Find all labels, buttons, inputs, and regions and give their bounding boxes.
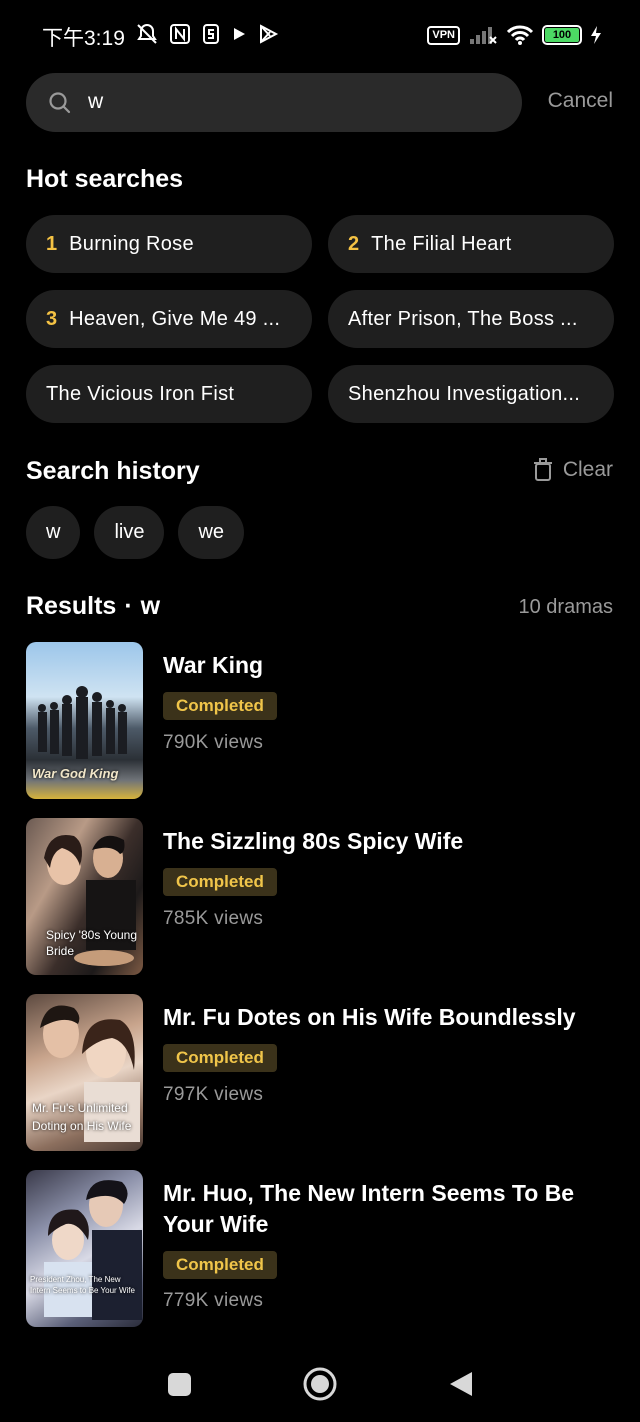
- hot-search-label: Burning Rose: [69, 232, 194, 255]
- hot-search-item[interactable]: 1 Burning Rose: [26, 215, 312, 273]
- poster-caption: Spicy '80s Young Bride: [46, 927, 138, 958]
- result-item[interactable]: Mr. Fu's Unlimited Doting on His Wife Mr…: [26, 994, 616, 1151]
- back-button[interactable]: [448, 1370, 474, 1403]
- status-badge: Completed: [163, 868, 277, 896]
- hot-searches-grid: 1 Burning Rose 2 The Filial Heart 3 Heav…: [26, 215, 614, 423]
- history-chip[interactable]: w: [26, 506, 81, 559]
- hot-search-item[interactable]: 3 Heaven, Give Me 49 ...: [26, 290, 312, 348]
- charging-icon: [591, 26, 601, 44]
- poster-caption: War God King: [32, 766, 119, 782]
- view-count: 797K views: [163, 1084, 264, 1105]
- result-title: Mr. Huo, The New Intern Seems To Be Your…: [163, 1180, 575, 1237]
- hot-search-rank: 1: [46, 232, 58, 255]
- battery-level: 100: [545, 28, 579, 42]
- search-history-list: w live we: [26, 506, 245, 559]
- result-title: Mr. Fu Dotes on His Wife Boundlessly: [163, 1004, 576, 1030]
- poster-image: President Zhou, The New Intern Seems to …: [26, 1170, 143, 1327]
- poster-image: Mr. Fu's Unlimited Doting on His Wife: [26, 994, 143, 1151]
- search-query-text: w: [88, 90, 104, 113]
- hot-search-rank: 2: [348, 232, 360, 255]
- status-badge: Completed: [163, 1251, 277, 1279]
- history-chip[interactable]: live: [94, 506, 165, 559]
- hot-search-label: After Prison, The Boss ...: [348, 307, 578, 330]
- hot-search-label: Shenzhou Investigation...: [348, 382, 581, 405]
- back-triangle-icon: [450, 1372, 472, 1396]
- home-circle-icon: [303, 1367, 337, 1401]
- hot-search-item[interactable]: After Prison, The Boss ...: [328, 290, 614, 348]
- hot-search-label: The Filial Heart: [371, 232, 512, 255]
- search-input[interactable]: w: [26, 73, 522, 132]
- clear-label: Clear: [562, 458, 613, 481]
- poster-caption: President Zhou, The New Intern Seems to …: [30, 1275, 135, 1296]
- hot-searches-title: Hot searches: [26, 165, 184, 193]
- search-icon: [49, 92, 71, 114]
- status-badge: Completed: [163, 1044, 277, 1072]
- hot-search-label: Heaven, Give Me 49 ...: [69, 307, 281, 330]
- square-icon: [168, 1373, 191, 1396]
- result-item[interactable]: War God King War King Completed 790K vie…: [26, 642, 616, 799]
- hot-search-label: The Vicious Iron Fist: [46, 382, 235, 405]
- play-store-icon: [260, 24, 279, 44]
- results-query: w: [140, 592, 161, 620]
- nfc-icon: [170, 24, 190, 44]
- system-nav-bar: [0, 1350, 640, 1422]
- hot-search-item[interactable]: Shenzhou Investigation...: [328, 365, 614, 423]
- result-title: The Sizzling 80s Spicy Wife: [163, 828, 464, 854]
- app-s-icon: [203, 24, 219, 44]
- signal-icon: [470, 27, 497, 44]
- hot-search-item[interactable]: 2 The Filial Heart: [328, 215, 614, 273]
- status-notification-icons: [135, 22, 279, 46]
- history-chip[interactable]: we: [178, 506, 245, 559]
- hot-search-rank: 3: [46, 307, 58, 330]
- result-title: War King: [163, 652, 264, 678]
- trash-icon: [533, 458, 552, 481]
- status-badge: Completed: [163, 692, 277, 720]
- results-count: 10 dramas: [518, 596, 614, 618]
- cancel-button[interactable]: Cancel: [548, 89, 613, 113]
- battery-icon: 100: [542, 25, 582, 45]
- view-count: 790K views: [163, 732, 264, 753]
- search-history-title: Search history: [26, 457, 200, 485]
- recent-apps-button[interactable]: [167, 1372, 192, 1402]
- poster-caption: Mr. Fu's Unlimited Doting on His Wife: [32, 1101, 132, 1133]
- wifi-icon: [506, 25, 534, 45]
- home-button[interactable]: [302, 1366, 338, 1407]
- play-icon: [234, 28, 245, 40]
- result-item[interactable]: Spicy '80s Young Bride The Sizzling 80s …: [26, 818, 616, 975]
- status-system-icons: VPN 100: [427, 24, 602, 46]
- vpn-badge: VPN: [427, 25, 460, 45]
- hot-search-item[interactable]: The Vicious Iron Fist: [26, 365, 312, 423]
- status-bar: 下午3:19 VPN 100: [0, 0, 640, 70]
- results-label: Results: [26, 592, 117, 620]
- poster-image: Spicy '80s Young Bride: [26, 818, 143, 975]
- result-item[interactable]: President Zhou, The New Intern Seems to …: [26, 1170, 616, 1327]
- view-count: 779K views: [163, 1290, 264, 1311]
- mute-alarm-icon: [137, 23, 157, 44]
- view-count: 785K views: [163, 908, 264, 929]
- status-time: 下午3:19: [42, 27, 125, 50]
- clear-history-button[interactable]: Clear: [533, 458, 613, 482]
- poster-image: War God King: [26, 642, 143, 799]
- results-separator: ·: [124, 592, 133, 620]
- results-title: Results · w: [26, 592, 160, 621]
